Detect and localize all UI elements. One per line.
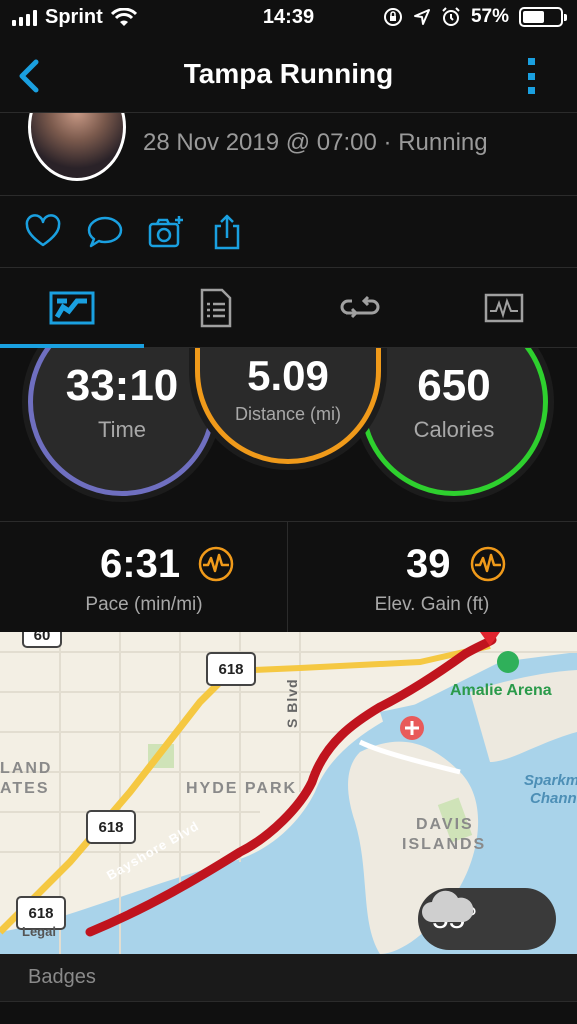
- page-title: Tampa Running: [183, 58, 394, 89]
- action-bar: [0, 196, 577, 268]
- summary-tab[interactable]: [0, 268, 144, 348]
- badges-section[interactable]: Badges: [0, 954, 577, 1002]
- status-right: 57%: [383, 6, 567, 28]
- heart-icon[interactable]: [24, 214, 62, 250]
- calories-ring: 650 Calories: [360, 348, 548, 496]
- map-label-channel: Chann: [530, 790, 577, 807]
- time-label: Time: [97, 417, 147, 442]
- status-bar: Sprint 14:39 57%: [0, 0, 577, 40]
- document-icon: [200, 288, 232, 328]
- details-tab[interactable]: [144, 268, 288, 348]
- comment-icon[interactable]: [86, 214, 124, 250]
- activity-header: 28 Nov 2019 @ 07:00 · Running: [0, 112, 577, 196]
- elev-gain-value: 39: [406, 542, 451, 586]
- chart-icon: [484, 293, 524, 323]
- calories-label: Calories: [413, 417, 495, 442]
- map-label-s-blvd: S Blvd: [284, 678, 300, 728]
- map-label-islands: ISLANDS: [402, 836, 487, 853]
- map-label-land: LAND: [0, 760, 53, 777]
- repeat-icon: [340, 295, 380, 319]
- pace-stat: 6:31 Pace (min/mi): [0, 522, 288, 632]
- battery-percent: 57%: [470, 6, 509, 27]
- map-legal-link[interactable]: Legal: [22, 924, 56, 939]
- battery-icon: [519, 7, 567, 27]
- map-label-sparkman: Sparkm: [524, 772, 577, 789]
- laps-tab[interactable]: [288, 268, 432, 348]
- weather-badge: 55°: [418, 888, 556, 950]
- map-label-davis: DAVIS: [416, 816, 474, 833]
- location-icon: [413, 9, 430, 25]
- pace-label: Pace (min/mi): [85, 594, 203, 615]
- share-icon[interactable]: [208, 214, 246, 250]
- elev-gain-label: Elev. Gain (ft): [374, 594, 490, 615]
- nav-bar: Tampa Running: [0, 40, 577, 112]
- highway-shield: 618: [86, 810, 136, 844]
- tab-bar: [0, 268, 577, 348]
- route-map[interactable]: 60 618 618 618 Amalie Arena HYDE PARK DA…: [0, 632, 577, 954]
- calories-value: 650: [417, 361, 491, 410]
- distance-value: 5.09: [247, 351, 329, 399]
- distance-ring: 5.09 Distance (mi): [195, 348, 381, 464]
- elevation-stat: 39 Elev. Gain (ft): [288, 522, 576, 632]
- map-label-hyde-park: HYDE PARK: [186, 780, 298, 797]
- stats-row: 6:31 Pace (min/mi) 39 Elev. Gain (ft): [0, 522, 577, 632]
- more-vertical-icon[interactable]: [525, 54, 537, 98]
- battery-fill: [523, 11, 544, 23]
- map-label-arena: Amalie Arena: [450, 682, 552, 699]
- map-label-ates: ATES: [0, 780, 50, 797]
- distance-label: Distance (mi): [234, 403, 341, 424]
- charts-tab[interactable]: [432, 268, 576, 348]
- stats-circles: 33:10 Time 650 Calories 5.09 Distance (m…: [0, 348, 577, 522]
- highway-shield: 618: [206, 652, 256, 686]
- alarm-icon: [442, 7, 460, 26]
- time-ring: 33:10 Time: [28, 348, 216, 496]
- pulse-icon[interactable]: [198, 546, 234, 582]
- pulse-icon[interactable]: [470, 546, 506, 582]
- orientation-lock-icon: [383, 8, 402, 26]
- cloud-icon: [422, 890, 474, 922]
- summary-icon: [49, 291, 95, 325]
- time-value: 33:10: [65, 361, 179, 410]
- activity-meta: 28 Nov 2019 @ 07:00 · Running: [143, 129, 488, 156]
- add-photo-icon[interactable]: [147, 214, 185, 250]
- badges-title: Badges: [28, 966, 96, 988]
- avatar[interactable]: [28, 113, 126, 181]
- highway-shield: 60: [22, 632, 62, 648]
- pace-value: 6:31: [100, 542, 181, 586]
